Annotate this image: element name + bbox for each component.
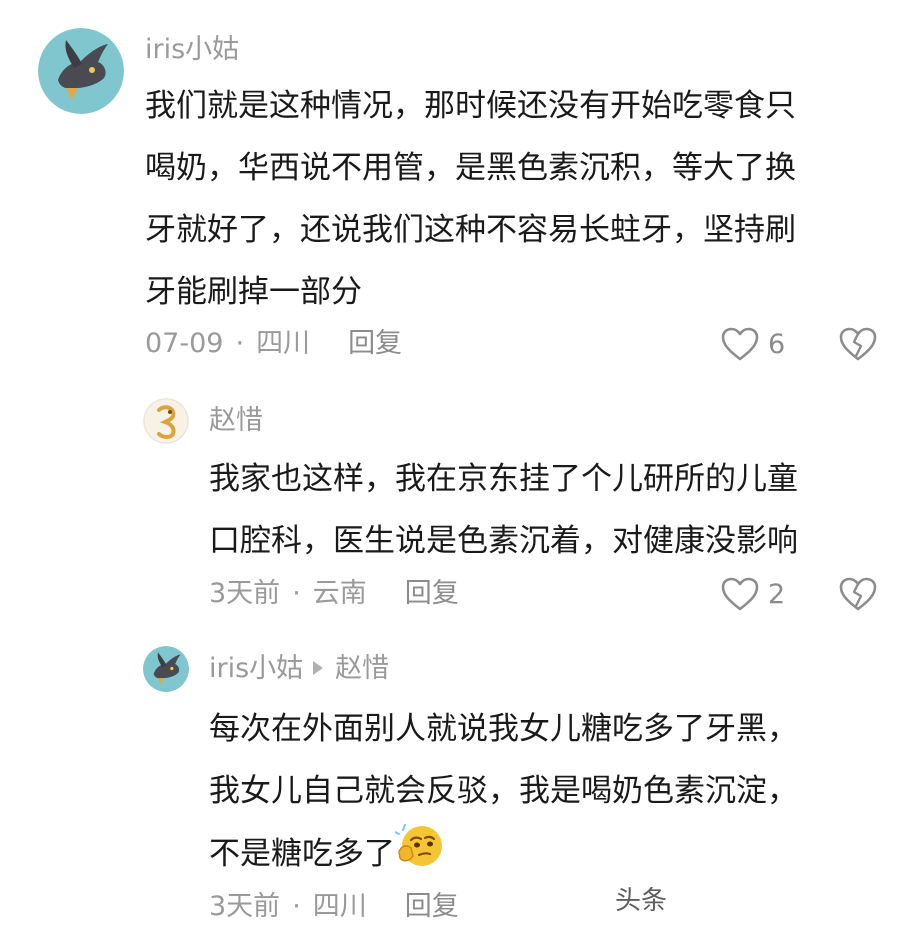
like-button[interactable]: 6	[720, 326, 785, 362]
comment-date: 3天前	[209, 891, 281, 922]
separator-dot: ·	[292, 891, 301, 922]
comment-meta: 07-09 · 四川 回复	[145, 328, 402, 360]
separator-dot: ·	[235, 328, 245, 359]
comment-line: 每次在外面别人就说我女儿糖吃多了牙黑，	[209, 711, 798, 747]
avatar-image	[143, 646, 189, 692]
heart-outline-icon	[721, 327, 759, 361]
like-count: 2	[768, 578, 786, 610]
comment-location: 四川	[312, 891, 367, 922]
comment-location: 四川	[256, 328, 311, 359]
comment-line: 我女儿自己就会反驳，我是喝奶色素沉淀，	[209, 773, 798, 809]
avatar[interactable]	[143, 646, 189, 692]
comment-text: 每次在外面别人就说我女儿糖吃多了牙黑， 我女儿自己就会反驳，我是喝奶色素沉淀， …	[209, 698, 798, 889]
thinking-face-emoji-icon	[394, 822, 445, 889]
reply-to-username[interactable]: 赵惜	[335, 653, 389, 684]
separator-dot: ·	[292, 578, 301, 609]
comment-meta: 3天前 · 四川 回复	[209, 891, 459, 923]
username[interactable]: 赵惜	[209, 405, 263, 437]
avatar-image	[38, 28, 124, 114]
reply-button[interactable]: 回复	[405, 891, 459, 922]
username-line: iris小姑 赵惜	[209, 653, 389, 685]
heart-outline-icon	[721, 577, 759, 611]
avatar-image	[143, 398, 189, 444]
broken-heart-icon	[839, 327, 877, 361]
comment-line-text: 不是糖吃多了	[209, 836, 395, 872]
avatar[interactable]	[38, 28, 124, 114]
comment-text: 我们就是这种情况，那时候还没有开始吃零食只 喝奶，华西说不用管，是黑色素沉积，等…	[145, 75, 796, 323]
like-button[interactable]: 2	[720, 576, 785, 612]
watermark-text: 头条	[615, 886, 668, 916]
reply-button[interactable]: 回复	[405, 578, 459, 609]
comment-line: 我们就是这种情况，那时候还没有开始吃零食只	[145, 88, 796, 124]
comment-location: 云南	[312, 578, 367, 609]
comment-line: 不是糖吃多了	[209, 822, 798, 889]
dislike-button[interactable]	[838, 576, 878, 616]
comment-date: 07-09	[145, 328, 224, 359]
username[interactable]: iris小姑	[209, 653, 303, 684]
watermark: 头条	[615, 880, 667, 917]
reply-button[interactable]: 回复	[348, 328, 402, 359]
broken-heart-icon	[839, 577, 877, 611]
dislike-button[interactable]	[838, 326, 878, 366]
reply-arrow-icon	[313, 661, 324, 675]
comment-line: 我家也这样，我在京东挂了个儿研所的儿童	[209, 461, 798, 497]
comment-line: 喝奶，华西说不用管，是黑色素沉积，等大了换	[145, 150, 796, 186]
comment-line: 牙就好了，还说我们这种不容易长蛀牙，坚持刷	[145, 212, 796, 248]
avatar[interactable]	[143, 398, 189, 444]
comment-text: 我家也这样，我在京东挂了个儿研所的儿童 口腔科，医生说是色素沉着，对健康没影响	[209, 448, 798, 572]
comment-meta: 3天前 · 云南 回复	[209, 578, 459, 610]
comment-line: 牙能刷掉一部分	[145, 274, 362, 310]
username[interactable]: iris小姑	[145, 34, 239, 66]
comment-line: 口腔科，医生说是色素沉着，对健康没影响	[209, 523, 798, 559]
comment-date: 3天前	[209, 578, 281, 609]
like-count: 6	[768, 328, 786, 360]
